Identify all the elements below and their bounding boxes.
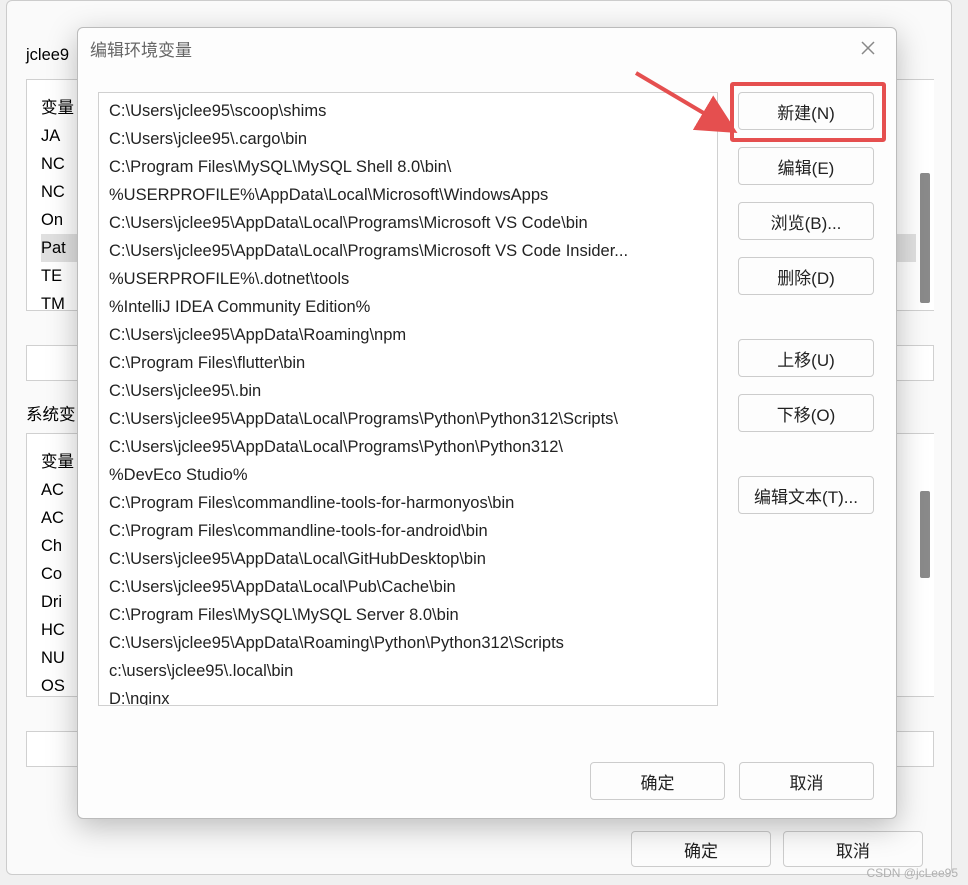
dialog-titlebar[interactable]: 编辑环境变量 [78, 28, 896, 68]
path-item[interactable]: %DevEco Studio% [99, 461, 717, 489]
path-item[interactable]: C:\Users\jclee95\AppData\Local\Programs\… [99, 433, 717, 461]
cancel-button[interactable]: 取消 [739, 762, 874, 800]
path-item[interactable]: C:\Program Files\MySQL\MySQL Server 8.0\… [99, 601, 717, 629]
path-item[interactable]: C:\Users\jclee95\AppData\Local\Pub\Cache… [99, 573, 717, 601]
path-item[interactable]: c:\users\jclee95\.local\bin [99, 657, 717, 685]
ok-button[interactable]: 确定 [590, 762, 725, 800]
system-vars-scrollbar-thumb[interactable] [920, 491, 930, 578]
path-item[interactable]: C:\Users\jclee95\AppData\Local\Programs\… [99, 237, 717, 265]
user-vars-label: jclee9 [26, 46, 69, 65]
dialog-title: 编辑环境变量 [90, 36, 192, 61]
parent-cancel-button[interactable]: 取消 [783, 831, 923, 867]
edit-env-var-dialog: 编辑环境变量 C:\Users\jclee95\scoop\shimsC:\Us… [77, 27, 897, 819]
watermark: CSDN @jcLee95 [866, 866, 958, 880]
path-item[interactable]: C:\Users\jclee95\AppData\Local\Programs\… [99, 405, 717, 433]
path-item[interactable]: C:\Program Files\commandline-tools-for-a… [99, 517, 717, 545]
new-button[interactable]: 新建(N) [738, 92, 874, 130]
user-vars-scrollbar-thumb[interactable] [920, 173, 930, 303]
browse-button[interactable]: 浏览(B)... [738, 202, 874, 240]
path-item[interactable]: %USERPROFILE%\.dotnet\tools [99, 265, 717, 293]
close-icon [861, 41, 875, 55]
path-item[interactable]: C:\Users\jclee95\scoop\shims [99, 97, 717, 125]
path-item[interactable]: %USERPROFILE%\AppData\Local\Microsoft\Wi… [99, 181, 717, 209]
system-vars-label: 系统变 [26, 401, 76, 425]
path-listbox[interactable]: C:\Users\jclee95\scoop\shimsC:\Users\jcl… [98, 92, 718, 706]
path-item[interactable]: C:\Users\jclee95\.bin [99, 377, 717, 405]
path-item[interactable]: C:\Users\jclee95\AppData\Local\Programs\… [99, 209, 717, 237]
path-item[interactable]: C:\Users\jclee95\AppData\Local\GitHubDes… [99, 545, 717, 573]
edit-button[interactable]: 编辑(E) [738, 147, 874, 185]
delete-button[interactable]: 删除(D) [738, 257, 874, 295]
path-item[interactable]: C:\Users\jclee95\AppData\Roaming\Python\… [99, 629, 717, 657]
close-button[interactable] [852, 32, 884, 64]
path-item[interactable]: D:\nginx [99, 685, 717, 706]
movedown-button[interactable]: 下移(O) [738, 394, 874, 432]
moveup-button[interactable]: 上移(U) [738, 339, 874, 377]
path-item[interactable]: %IntelliJ IDEA Community Edition% [99, 293, 717, 321]
path-item[interactable]: C:\Users\jclee95\.cargo\bin [99, 125, 717, 153]
path-item[interactable]: C:\Users\jclee95\AppData\Roaming\npm [99, 321, 717, 349]
path-item[interactable]: C:\Program Files\MySQL\MySQL Shell 8.0\b… [99, 153, 717, 181]
path-item[interactable]: C:\Program Files\commandline-tools-for-h… [99, 489, 717, 517]
edittext-button[interactable]: 编辑文本(T)... [738, 476, 874, 514]
path-item[interactable]: C:\Program Files\flutter\bin [99, 349, 717, 377]
parent-ok-button[interactable]: 确定 [631, 831, 771, 867]
